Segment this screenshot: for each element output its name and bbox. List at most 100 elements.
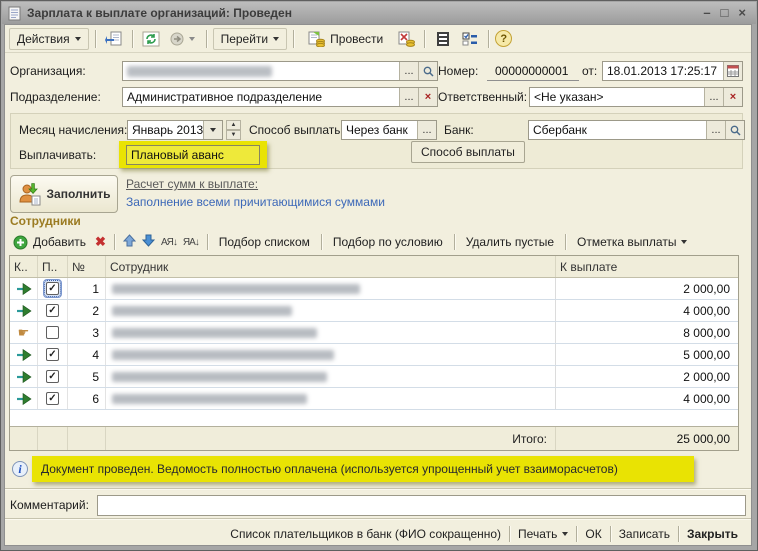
- bank-field[interactable]: Сбербанк ...: [528, 120, 745, 140]
- payment-method-field[interactable]: Через банк ...: [341, 120, 437, 140]
- ellipsis-button[interactable]: ...: [706, 121, 725, 139]
- clear-icon-button[interactable]: ×: [418, 88, 437, 106]
- pick-from-list-button[interactable]: Подбор списком: [216, 235, 313, 249]
- dropdown-arrow-icon: [681, 240, 687, 244]
- employee-name-cell[interactable]: [106, 278, 556, 299]
- row-status-cell: [10, 366, 38, 387]
- move-up-button[interactable]: [123, 234, 136, 250]
- payment-method-button[interactable]: Способ выплаты: [411, 141, 525, 163]
- employee-name-cell[interactable]: [106, 322, 556, 343]
- pay-checkbox[interactable]: ✓: [46, 282, 59, 295]
- paid-arrow-icon: [16, 349, 32, 361]
- table-row[interactable]: ✓64 000,00: [10, 388, 738, 410]
- info-icon: i: [12, 461, 28, 477]
- post-document-button[interactable]: Провести: [300, 28, 391, 50]
- table-row[interactable]: ✓ 4 5 000,00: [10, 344, 738, 366]
- column-header-k[interactable]: К..: [10, 256, 38, 277]
- amount-cell[interactable]: 4 000,00: [556, 388, 738, 409]
- save-button[interactable]: Записать: [611, 523, 678, 545]
- organization-field[interactable]: ...: [122, 61, 438, 81]
- table-row[interactable]: ✓12 000,00: [10, 278, 738, 300]
- column-header-p[interactable]: П..: [38, 256, 68, 277]
- delete-row-button[interactable]: ✖: [95, 234, 106, 250]
- magnifier-icon-button[interactable]: [725, 121, 744, 139]
- amount-cell[interactable]: 2 000,00: [556, 278, 738, 299]
- comment-input[interactable]: [97, 495, 746, 516]
- pay-checkbox[interactable]: ✓: [46, 348, 59, 361]
- ellipsis-button[interactable]: ...: [399, 62, 418, 80]
- spin-down-icon[interactable]: ▼: [226, 130, 241, 140]
- amount-cell[interactable]: 8 000,00: [556, 322, 738, 343]
- table-row[interactable]: ✓52 000,00: [10, 366, 738, 388]
- ok-button[interactable]: ОК: [577, 523, 609, 545]
- settings-checkbox-icon-button[interactable]: [458, 28, 482, 50]
- pay-checkbox[interactable]: ✓: [46, 392, 59, 405]
- clear-icon-button[interactable]: ×: [723, 88, 742, 106]
- pay-what-field[interactable]: Плановый аванс: [126, 145, 260, 165]
- minimize-button[interactable]: –: [703, 6, 710, 20]
- fill-button[interactable]: Заполнить: [10, 175, 118, 213]
- pay-checkbox[interactable]: ✓: [46, 304, 59, 317]
- column-header-num[interactable]: №: [68, 256, 106, 277]
- sort-ascending-button[interactable]: АЯ↓: [161, 237, 177, 248]
- dropdown-arrow-icon: [210, 128, 216, 132]
- total-label: Итого:: [106, 427, 556, 450]
- ellipsis-button[interactable]: ...: [417, 121, 436, 139]
- amount-cell[interactable]: 5 000,00: [556, 344, 738, 365]
- column-header-amount[interactable]: К выплате: [556, 256, 738, 277]
- pay-checkbox[interactable]: ✓: [46, 370, 59, 383]
- pay-checkbox[interactable]: [46, 326, 59, 339]
- table-row[interactable]: ☛38 000,00: [10, 322, 738, 344]
- maximize-button[interactable]: □: [721, 6, 729, 20]
- payment-mark-menu-button[interactable]: Отметка выплаты: [574, 235, 690, 249]
- row-check-cell: ✓: [38, 388, 68, 409]
- amount-cell[interactable]: 2 000,00: [556, 366, 738, 387]
- title-bar[interactable]: Зарплата к выплате организаций: Проведен…: [2, 2, 756, 24]
- toolbar-separator: [293, 30, 294, 48]
- employee-name-cell[interactable]: [106, 388, 556, 409]
- table-row[interactable]: ✓24 000,00: [10, 300, 738, 322]
- month-spinner[interactable]: ▲ ▼: [226, 120, 241, 140]
- window-title: Зарплата к выплате организаций: Проведен: [27, 6, 697, 20]
- employees-table: К.. П.. № Сотрудник К выплате ✓12 000,00…: [9, 255, 739, 451]
- unpost-document-icon-button[interactable]: [394, 28, 418, 50]
- goto-menu-button[interactable]: Перейти: [213, 28, 288, 50]
- pick-by-condition-button[interactable]: Подбор по условию: [330, 235, 446, 249]
- refresh-icon-button[interactable]: [139, 28, 163, 50]
- delete-empty-button[interactable]: Удалить пустые: [463, 235, 557, 249]
- forward-icon-button[interactable]: [166, 28, 200, 50]
- table-total-row: Итого: 25 000,00: [10, 426, 738, 450]
- responsible-field[interactable]: <Не указан> ... ×: [529, 87, 743, 107]
- accrual-month-field[interactable]: Январь 2013: [127, 120, 223, 140]
- censored-employee-name: [112, 394, 307, 404]
- employee-name-cell[interactable]: [106, 300, 556, 321]
- move-down-button[interactable]: [142, 234, 155, 250]
- row-number: 4: [68, 344, 106, 365]
- close-form-button[interactable]: Закрыть: [679, 523, 746, 545]
- ellipsis-button[interactable]: ...: [399, 88, 418, 106]
- comment-label: Комментарий:: [10, 498, 89, 512]
- magnifier-icon-button[interactable]: [418, 62, 437, 80]
- bank-payee-list-button[interactable]: Список плательщиков в банк (ФИО сокращен…: [222, 523, 509, 545]
- employee-name-cell[interactable]: [106, 366, 556, 387]
- number-label: Номер:: [438, 64, 478, 78]
- add-row-button[interactable]: Добавить: [10, 235, 89, 250]
- close-button[interactable]: ×: [738, 6, 746, 20]
- print-menu-button[interactable]: Печать: [510, 523, 576, 545]
- ellipsis-button[interactable]: ...: [704, 88, 723, 106]
- department-field[interactable]: Административное подразделение ... ×: [122, 87, 438, 107]
- document-structure-icon-button[interactable]: [431, 28, 455, 50]
- calc-sums-link[interactable]: Расчет сумм к выплате:: [126, 177, 258, 191]
- actions-menu-button[interactable]: Действия: [9, 28, 89, 50]
- employee-name-cell[interactable]: [106, 344, 556, 365]
- date-field[interactable]: 18.01.2013 17:25:17: [602, 61, 743, 81]
- fill-all-sums-link[interactable]: Заполнение всеми причитающимися суммами: [126, 195, 385, 209]
- dropdown-button[interactable]: [203, 121, 222, 139]
- sort-descending-button[interactable]: ЯА↓: [183, 237, 199, 248]
- help-icon-button[interactable]: ?: [495, 30, 512, 47]
- spin-up-icon[interactable]: ▲: [226, 120, 241, 130]
- save-document-icon-button[interactable]: [102, 28, 126, 50]
- calendar-icon-button[interactable]: [723, 62, 742, 80]
- amount-cell[interactable]: 4 000,00: [556, 300, 738, 321]
- column-header-employee[interactable]: Сотрудник: [106, 256, 556, 277]
